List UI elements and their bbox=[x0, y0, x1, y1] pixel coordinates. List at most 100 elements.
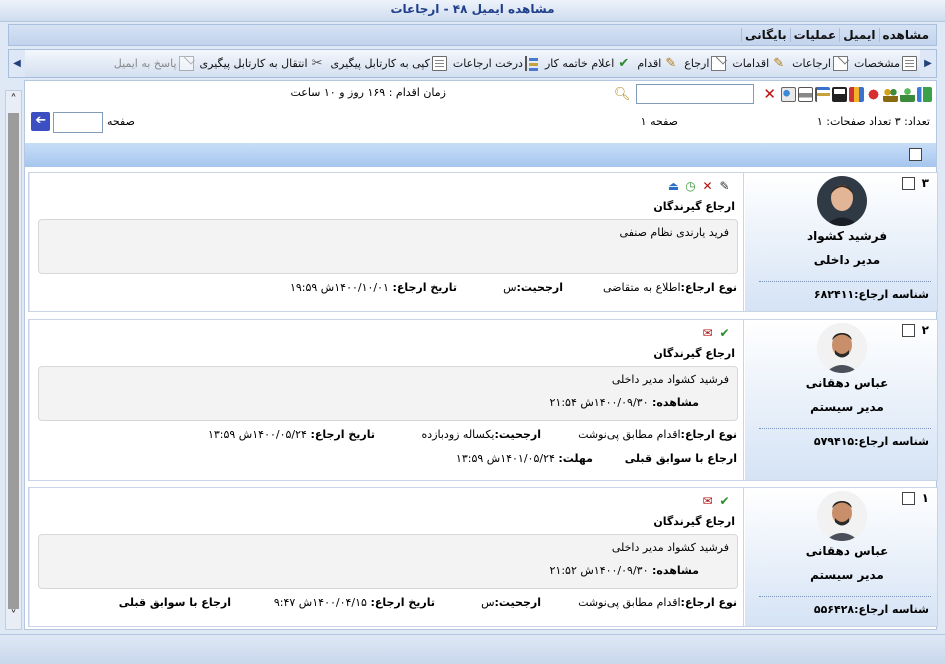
action-time-label: زمان اقدام : ۱۶۹ روز و ۱۰ ساعت bbox=[290, 86, 446, 99]
toolbar-copy-followup-button[interactable]: کپی به کارتابل پیگیری bbox=[328, 56, 450, 71]
card-actions: ⏏ ◷ ✕ ✎ bbox=[666, 179, 732, 193]
menu-archive[interactable]: بایگانی bbox=[740, 28, 790, 42]
edit-icon[interactable]: ✎ bbox=[717, 179, 732, 193]
sort-icon[interactable] bbox=[917, 86, 932, 102]
go-to-page-button[interactable]: ➔ bbox=[31, 112, 50, 131]
referral-card: ۲ عباس دهقانی مدیر سیستم شناسه ارجاع:۵۷۹… bbox=[28, 319, 938, 481]
group-icon[interactable] bbox=[883, 86, 898, 102]
toolbar-details-button[interactable]: مشخصات bbox=[851, 56, 920, 71]
report-icon[interactable] bbox=[849, 86, 864, 102]
scroll-down-arrow[interactable]: ˅ bbox=[6, 609, 21, 627]
card-checkbox[interactable] bbox=[902, 177, 915, 190]
recipient-name: فرشید کشواد مدیر داخلی bbox=[611, 541, 729, 554]
referral-id: شناسه ارجاع:۵۵۶۴۲۸ bbox=[813, 603, 929, 616]
scissors-icon: ✂ bbox=[311, 56, 323, 71]
recipients-box: فرشید کشواد مدیر داخلی مشاهده: ۱۴۰۰/۰۹/۳… bbox=[38, 534, 738, 589]
priority: ارجحیت:س bbox=[481, 596, 541, 609]
save-icon[interactable] bbox=[832, 86, 847, 102]
toolbar-move-followup-button[interactable]: ✂ انتقال به کارتابل پیگیری bbox=[197, 56, 328, 71]
person-icon[interactable] bbox=[900, 86, 915, 102]
seen-value: ۱۴۰۰/۰۹/۳۰ش ۲۱:۵۴ bbox=[549, 396, 649, 409]
card-checkbox[interactable] bbox=[902, 492, 915, 505]
deadline-label: مهلت: bbox=[558, 452, 593, 465]
toolbar-label: مشخصات bbox=[853, 57, 900, 70]
toolbar-reply-button[interactable]: پاسخ به ایمیل bbox=[111, 56, 197, 71]
priority: ارجحیت:س bbox=[503, 281, 563, 294]
approve-icon[interactable]: ✔ bbox=[717, 326, 732, 340]
referral-date-label: تاریخ ارجاع: bbox=[392, 281, 457, 294]
upload-icon[interactable]: ⏏ bbox=[666, 179, 681, 193]
recipients-title: ارجاع گیرندگان bbox=[653, 515, 735, 528]
pencil-icon: ✎ bbox=[665, 56, 677, 71]
priority-label: ارجحیت: bbox=[494, 428, 542, 441]
referral-type: نوع ارجاع:اقدام مطابق پی‌نوشت bbox=[578, 428, 737, 441]
current-page-info: صفحه ۱ bbox=[640, 115, 678, 128]
select-all-checkbox[interactable] bbox=[909, 148, 922, 161]
referral-type-value: اقدام مطابق پی‌نوشت bbox=[578, 428, 681, 441]
avatar bbox=[817, 176, 867, 226]
person-name: عباس دهقانی bbox=[805, 376, 889, 390]
toolbar-referrals-button[interactable]: ارجاعات bbox=[789, 56, 851, 71]
referral-type-label: نوع ارجاع: bbox=[680, 428, 737, 441]
search-icon[interactable]: 🔍︎ bbox=[614, 87, 631, 102]
list-toolbar: ✕ 🔍︎ زمان اقدام : ۱۶۹ روز و ۱۰ ساعت تعدا… bbox=[25, 81, 936, 143]
toolbar-finish-button[interactable]: ✔ اعلام خاتمه کار bbox=[542, 56, 634, 71]
seen-info: مشاهده: ۱۴۰۰/۰۹/۳۰ش ۲۱:۵۲ bbox=[550, 564, 699, 577]
avatar bbox=[817, 323, 867, 373]
delete-icon[interactable]: ✕ bbox=[700, 179, 715, 193]
page-number-input[interactable] bbox=[53, 112, 103, 133]
referrals-panel: ✕ 🔍︎ زمان اقدام : ۱۶۹ روز و ۱۰ ساعت تعدا… bbox=[24, 80, 938, 630]
toolbar-act-button[interactable]: ✎ اقدام bbox=[634, 56, 681, 71]
menu-view[interactable]: مشاهده bbox=[878, 28, 932, 42]
recipients-box: فرید یارندی نظام صنفی bbox=[38, 219, 738, 274]
cancel-mail-icon[interactable]: ✉ bbox=[700, 494, 715, 508]
menu-email[interactable]: ایمیل bbox=[839, 28, 878, 42]
clear-search-icon[interactable]: ✕ bbox=[760, 85, 779, 103]
person-role: مدیر سیستم bbox=[810, 568, 884, 582]
mail-icon bbox=[711, 56, 727, 71]
referral-date-value: ۱۴۰۰/۱۰/۰۱ش ۱۹:۵۹ bbox=[289, 281, 389, 294]
sender-panel: ۲ عباس دهقانی مدیر سیستم شناسه ارجاع:۵۷۹… bbox=[745, 320, 937, 480]
approve-icon[interactable]: ✔ bbox=[717, 494, 732, 508]
referral-details: ✉ ✔ ارجاع گیرندگان فرشید کشواد مدیر داخل… bbox=[29, 320, 744, 480]
document-icon bbox=[902, 56, 917, 71]
menu-operations[interactable]: عملیات bbox=[789, 28, 840, 42]
card-checkbox[interactable] bbox=[902, 324, 915, 337]
arrow-left-icon: ➔ bbox=[35, 113, 46, 128]
referral-mail-icon bbox=[832, 56, 848, 71]
card-number: ۳ bbox=[921, 176, 929, 190]
card-actions: ✉ ✔ bbox=[700, 494, 732, 508]
scroll-track[interactable] bbox=[8, 113, 19, 609]
referral-card: ۱ عباس دهقانی مدیر سیستم شناسه ارجاع:۵۵۶… bbox=[28, 487, 938, 627]
referral-type-label: نوع ارجاع: bbox=[680, 281, 737, 294]
referral-date-value: ۱۴۰۰/۰۵/۲۴ش ۱۳:۵۹ bbox=[207, 428, 307, 441]
toolbar-scroll-left-arrow[interactable]: ◀ bbox=[9, 50, 25, 77]
reply-icon bbox=[178, 56, 194, 71]
recipients-box: فرشید کشواد مدیر داخلی مشاهده: ۱۴۰۰/۰۹/۳… bbox=[38, 366, 738, 421]
search-input[interactable] bbox=[636, 84, 755, 104]
toolbar-actions-button[interactable]: ✎ اقدامات bbox=[729, 56, 789, 71]
toolbar-scroll-right-arrow[interactable]: ▶ bbox=[920, 50, 936, 77]
priority-value: یکساله زودبازده bbox=[421, 428, 495, 441]
referral-date-value: ۱۴۰۰/۰۴/۱۵ش ۹:۴۷ bbox=[273, 596, 367, 609]
referral-type: نوع ارجاع:اقدام مطابق پی‌نوشت bbox=[578, 596, 737, 609]
referral-card: ۳ فرشید کشواد مدیر داخلی شناسه ارجاع:۶۸۲… bbox=[28, 172, 938, 312]
priority-label: ارجحیت: bbox=[494, 596, 542, 609]
priority-value: س bbox=[481, 596, 495, 609]
status-bar bbox=[0, 634, 945, 664]
tree-list-icon[interactable] bbox=[815, 86, 830, 102]
actions-pencil-icon: ✎ bbox=[773, 56, 785, 71]
toolbar-tree-button[interactable]: درخت ارجاعات bbox=[450, 56, 542, 71]
toolbar-refer-button[interactable]: ارجاع bbox=[681, 56, 729, 71]
deadline: مهلت: ۱۴۰۱/۰۵/۲۴ش ۱۳:۵۹ bbox=[456, 452, 593, 465]
print-preview-icon[interactable] bbox=[781, 86, 796, 102]
cancel-mail-icon[interactable]: ✉ bbox=[700, 326, 715, 340]
scroll-up-arrow[interactable]: ˄ bbox=[6, 93, 21, 111]
print-icon[interactable] bbox=[798, 86, 813, 102]
vertical-scrollbar[interactable]: ˄ ˅ bbox=[5, 90, 22, 630]
history-flag: ارجاع با سوابق قبلی bbox=[624, 452, 737, 465]
clock-icon[interactable]: ◷ bbox=[683, 179, 698, 193]
referral-details: ⏏ ◷ ✕ ✎ ارجاع گیرندگان فرید یارندی نظام … bbox=[29, 173, 744, 311]
person-name: فرشید کشواد bbox=[806, 229, 888, 243]
fruit-icon[interactable] bbox=[866, 86, 881, 102]
